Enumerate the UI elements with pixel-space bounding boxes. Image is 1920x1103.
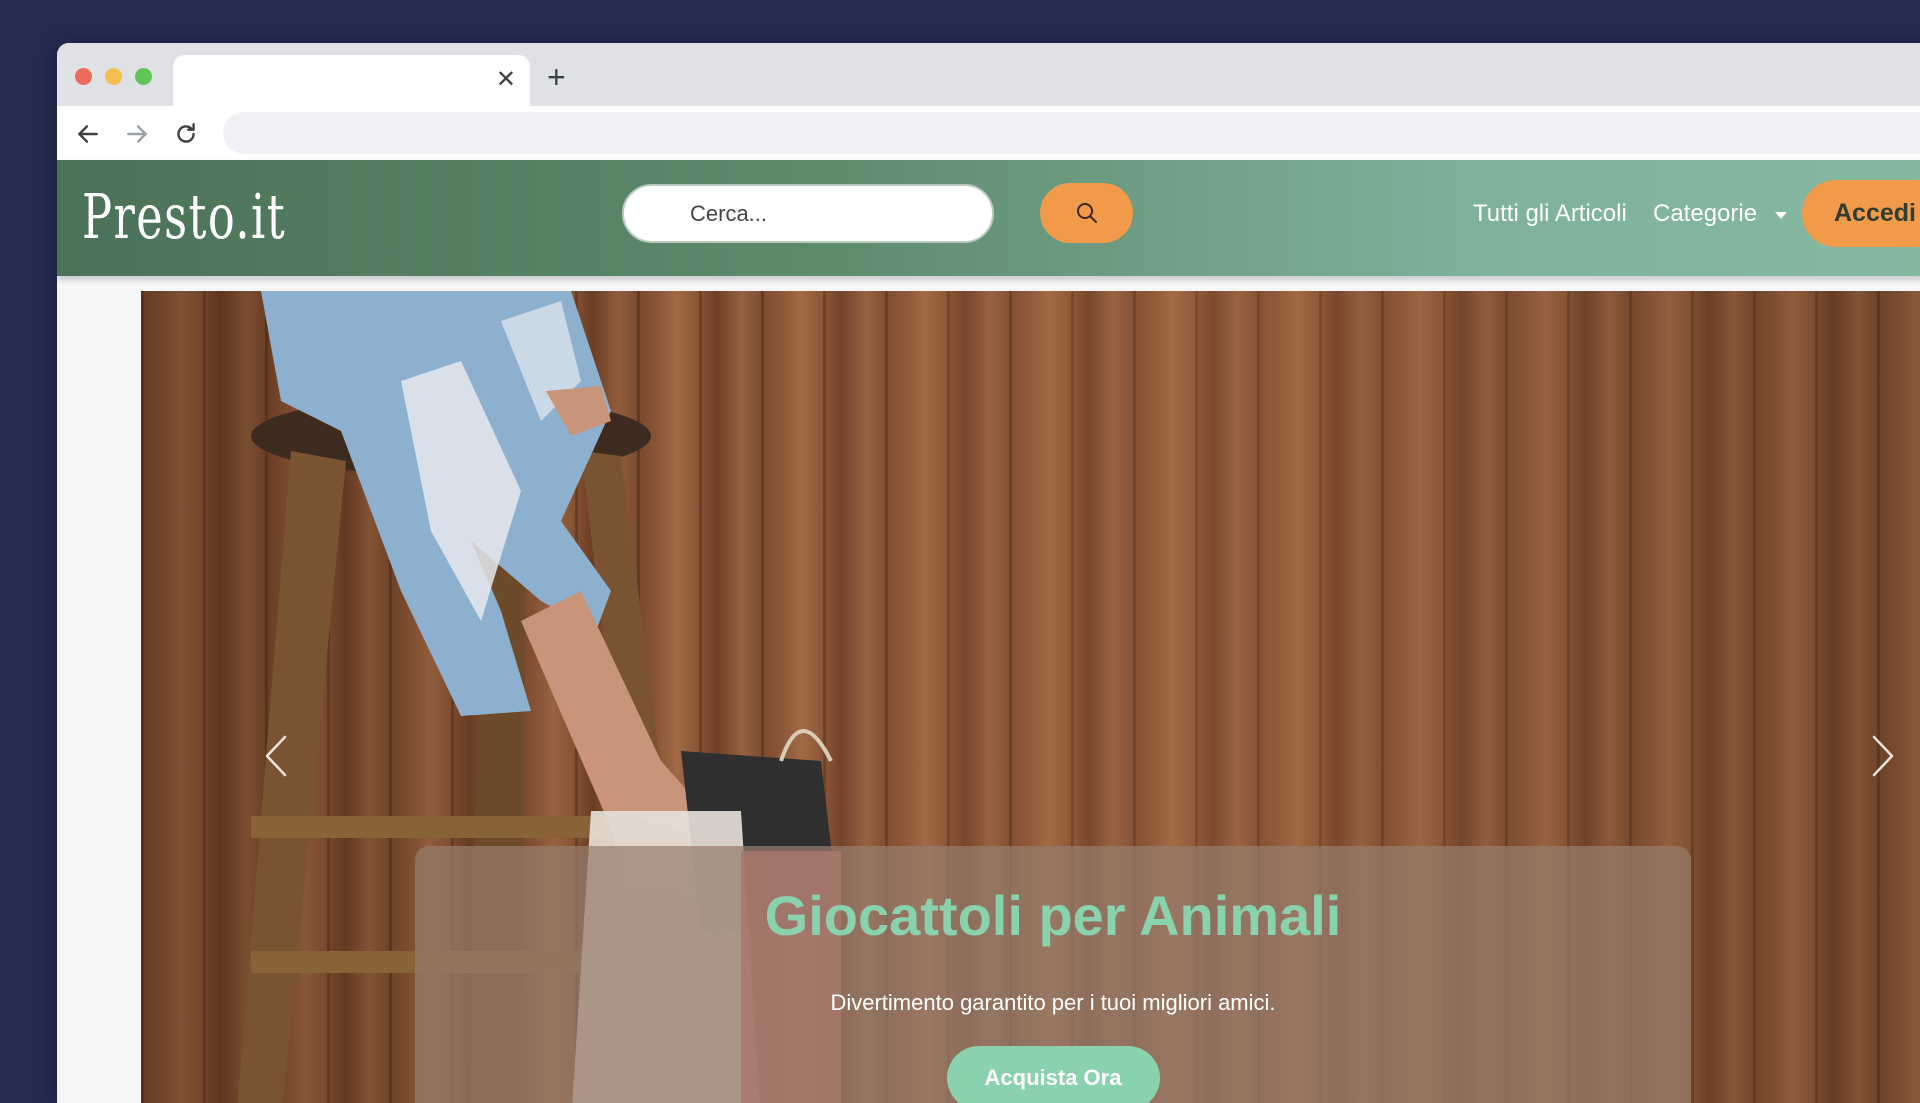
maximize-window-button[interactable] — [135, 68, 152, 85]
chevron-left-icon[interactable] — [261, 731, 291, 781]
new-tab-button[interactable]: + — [547, 61, 566, 93]
hero-title: Giocattoli per Animali — [764, 884, 1342, 947]
site-logo[interactable]: Presto.it — [82, 170, 286, 264]
address-bar[interactable] — [223, 112, 1920, 154]
nav-dropdown-categories[interactable]: Categorie — [1653, 200, 1757, 228]
nav-link-all-articles[interactable]: Tutti gli Articoli — [1473, 200, 1627, 228]
login-button[interactable]: Accedi — [1802, 180, 1920, 247]
caret-down-icon[interactable] — [1775, 212, 1787, 219]
hero-subtitle: Divertimento garantito per i tuoi miglio… — [830, 990, 1276, 1015]
minimize-window-button[interactable] — [105, 68, 122, 85]
tab-bar: ✕ + — [57, 43, 1920, 106]
arrow-right-icon[interactable] — [124, 121, 150, 147]
search-icon — [1076, 203, 1097, 223]
site-navbar: Presto.it Tutti gli Articoli Categorie A… — [57, 160, 1920, 276]
browser-tab[interactable]: ✕ — [173, 55, 530, 106]
close-window-button[interactable] — [75, 68, 92, 85]
hero-caption: Giocattoli per Animali Divertimento gara… — [415, 846, 1691, 1103]
browser-window: ✕ + Presto.it Tutti gli Articoli Categor… — [57, 43, 1920, 1103]
reload-icon[interactable] — [173, 121, 199, 147]
tab-close-icon[interactable]: ✕ — [496, 67, 516, 93]
search-input[interactable] — [622, 184, 994, 243]
arrow-left-icon[interactable] — [75, 121, 101, 147]
shop-now-button[interactable]: Acquista Ora — [946, 1046, 1160, 1103]
hero-carousel: Giocattoli per Animali Divertimento gara… — [141, 291, 1920, 1103]
search-button[interactable] — [1040, 183, 1133, 243]
chevron-right-icon[interactable] — [1868, 731, 1898, 781]
browser-toolbar — [57, 106, 1920, 160]
